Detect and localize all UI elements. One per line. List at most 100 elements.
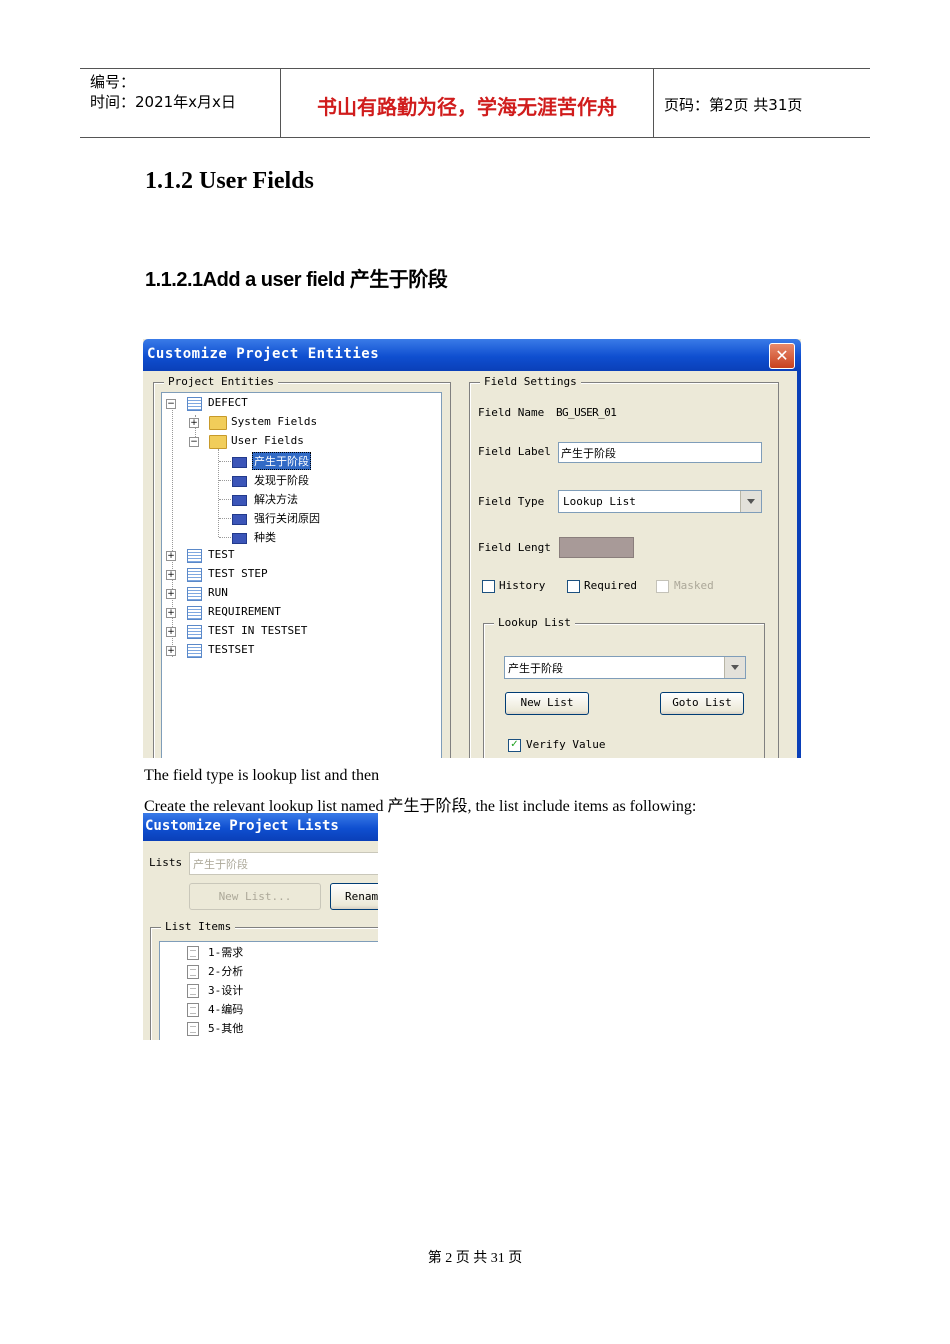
masked-checkbox bbox=[656, 580, 669, 593]
tree-label: TEST STEP bbox=[208, 567, 268, 580]
tree-label: TEST bbox=[208, 548, 235, 561]
page-info: 页码：第2页 共31页 bbox=[664, 96, 803, 114]
field-length-input bbox=[559, 537, 634, 558]
verify-value-checkbox[interactable]: ✓ bbox=[508, 739, 521, 752]
tree-label: RUN bbox=[208, 586, 228, 599]
new-list-button[interactable]: New List bbox=[505, 692, 589, 715]
list-item-label: 5-其他 bbox=[208, 1022, 244, 1035]
history-checkbox[interactable] bbox=[482, 580, 495, 593]
subsection-title: 1.1.2.1Add a user field 产生于阶段 bbox=[145, 269, 448, 291]
customize-lists-dialog: Customize Project Lists Lists 产生于阶段 New … bbox=[143, 813, 378, 1040]
tree-label: User Fields bbox=[231, 434, 304, 447]
tree-label: 强行关闭原因 bbox=[254, 512, 320, 525]
goto-list-button[interactable]: Goto List bbox=[660, 692, 744, 715]
tree-line bbox=[219, 499, 231, 500]
document-icon bbox=[187, 984, 199, 998]
header-right-cell: 页码：第2页 共31页 bbox=[654, 69, 870, 137]
table-icon bbox=[187, 625, 202, 639]
lookup-list-select[interactable]: 产生于阶段 bbox=[504, 656, 746, 679]
list-items-box[interactable]: 1-需求 2-分析 3-设计 4-编码 5-其他 bbox=[159, 941, 378, 1040]
expand-icon[interactable]: + bbox=[166, 608, 176, 618]
tree-label: TESTSET bbox=[208, 643, 255, 656]
close-icon[interactable]: ✕ bbox=[769, 343, 795, 369]
customize-entities-dialog: Customize Project Entities ✕ Project Ent… bbox=[143, 339, 801, 758]
table-icon bbox=[187, 606, 202, 620]
dialog-title: Customize Project Lists bbox=[145, 818, 339, 834]
list-item-label: 4-编码 bbox=[208, 1003, 244, 1016]
tree-line bbox=[219, 537, 231, 538]
tree-label: 种类 bbox=[254, 531, 276, 544]
field-settings-label: Field Settings bbox=[480, 375, 581, 388]
field-name-label: Field Name bbox=[478, 406, 545, 419]
chevron-down-icon[interactable] bbox=[740, 491, 761, 512]
dialog-titlebar: Customize Project Lists bbox=[143, 813, 378, 841]
dialog-titlebar: Customize Project Entities ✕ bbox=[143, 339, 801, 371]
field-icon bbox=[232, 533, 247, 544]
collapse-icon[interactable]: − bbox=[166, 399, 176, 409]
header-left-cell: 编号： 时间：2021年x月x日 bbox=[80, 69, 281, 137]
rename-button[interactable]: Renam bbox=[330, 883, 378, 910]
expand-icon[interactable]: + bbox=[166, 646, 176, 656]
header-motto: 书山有路勤为径，学海无涯苦作舟 bbox=[317, 95, 617, 119]
tree-label: DEFECT bbox=[208, 396, 248, 409]
lists-label: Lists bbox=[149, 856, 183, 869]
field-label-label: Field Label bbox=[478, 445, 551, 458]
expand-icon[interactable]: + bbox=[166, 627, 176, 637]
field-type-select[interactable]: Lookup List bbox=[558, 490, 762, 513]
field-name-value: BG_USER_01 bbox=[556, 406, 617, 419]
document-number-label: 编号： bbox=[90, 73, 136, 91]
verify-value-label: Verify Value bbox=[526, 738, 606, 751]
expand-icon[interactable]: + bbox=[189, 418, 199, 428]
expand-icon[interactable]: + bbox=[166, 551, 176, 561]
expand-icon[interactable]: + bbox=[166, 589, 176, 599]
new-list-button: New List... bbox=[189, 883, 321, 910]
window-frame bbox=[797, 371, 801, 758]
tree-label: REQUIREMENT bbox=[208, 605, 281, 618]
document-icon bbox=[187, 965, 199, 979]
list-items-label: List Items bbox=[161, 920, 236, 933]
tree-label: TEST IN TESTSET bbox=[208, 624, 308, 637]
tree-label: 发现于阶段 bbox=[254, 474, 309, 487]
folder-icon bbox=[209, 416, 227, 430]
list-item-label: 1-需求 bbox=[208, 946, 244, 959]
field-type-label: Field Type bbox=[478, 495, 545, 508]
entities-tree[interactable]: − DEFECT + System Fields − User Fields 产… bbox=[161, 392, 442, 758]
required-label: Required bbox=[584, 579, 637, 592]
field-type-value: Lookup List bbox=[563, 495, 636, 508]
table-icon bbox=[187, 587, 202, 601]
paragraph: The field type is lookup list and then bbox=[144, 767, 380, 784]
collapse-icon[interactable]: − bbox=[189, 437, 199, 447]
chevron-down-icon[interactable] bbox=[724, 657, 745, 678]
lists-input[interactable]: 产生于阶段 bbox=[189, 852, 378, 875]
field-icon bbox=[232, 495, 247, 506]
page-footer: 第 2 页 共 31 页 bbox=[427, 1251, 523, 1266]
expand-icon[interactable]: + bbox=[166, 570, 176, 580]
table-icon bbox=[187, 397, 202, 411]
table-icon bbox=[187, 644, 202, 658]
tree-line bbox=[219, 480, 231, 481]
table-icon bbox=[187, 549, 202, 563]
list-item-label: 3-设计 bbox=[208, 984, 244, 997]
table-icon bbox=[187, 568, 202, 582]
tree-line bbox=[218, 449, 219, 537]
lists-value: 产生于阶段 bbox=[193, 858, 248, 871]
field-label-input[interactable]: 产生于阶段 bbox=[558, 442, 762, 463]
lookup-list-label: Lookup List bbox=[494, 616, 575, 629]
field-icon bbox=[232, 457, 247, 468]
folder-open-icon bbox=[209, 435, 227, 449]
tree-line bbox=[219, 461, 231, 462]
dialog-title: Customize Project Entities bbox=[147, 346, 380, 362]
masked-label: Masked bbox=[674, 579, 714, 592]
field-icon bbox=[232, 476, 247, 487]
field-label-value: 产生于阶段 bbox=[561, 447, 616, 460]
tree-label: System Fields bbox=[231, 415, 318, 428]
tree-line bbox=[172, 407, 173, 657]
field-length-label: Field Lengt bbox=[478, 541, 551, 554]
page-header: 编号： 时间：2021年x月x日 书山有路勤为径，学海无涯苦作舟 页码：第2页 … bbox=[80, 68, 870, 138]
list-item-label: 2-分析 bbox=[208, 965, 244, 978]
document-date: 时间：2021年x月x日 bbox=[90, 93, 236, 111]
header-center-cell: 书山有路勤为径，学海无涯苦作舟 bbox=[281, 69, 654, 137]
document-icon bbox=[187, 946, 199, 960]
document-icon bbox=[187, 1022, 199, 1036]
required-checkbox[interactable] bbox=[567, 580, 580, 593]
